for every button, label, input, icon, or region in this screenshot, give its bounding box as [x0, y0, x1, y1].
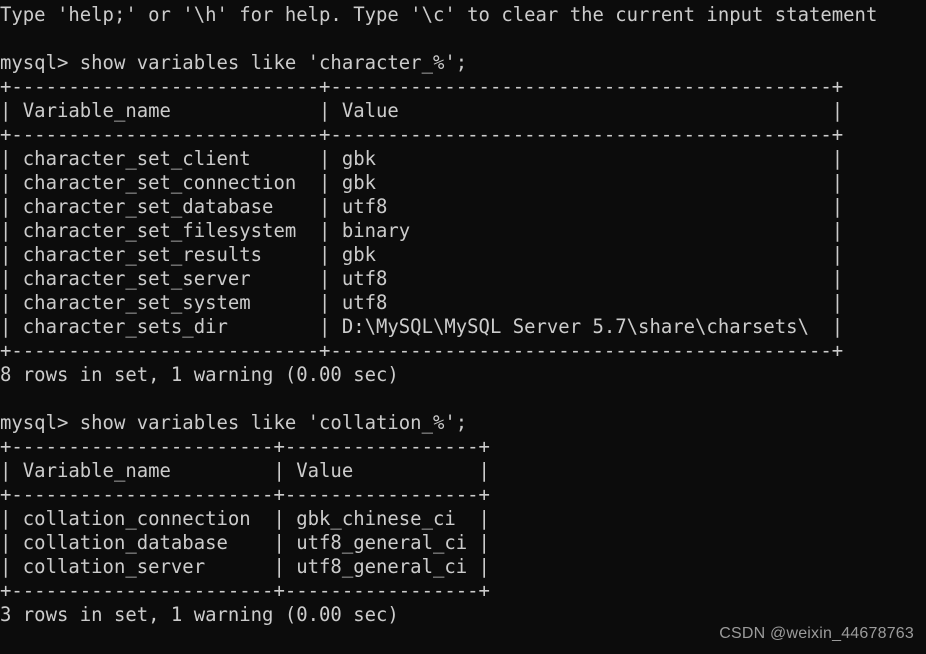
help-line: Type 'help;' or '\h' for help. Type '\c'…: [0, 3, 878, 26]
table-row: | collation_database | utf8_general_ci |: [0, 531, 490, 554]
table-row: | character_set_client | gbk |: [0, 147, 844, 170]
result-line: 8 rows in set, 1 warning (0.00 sec): [0, 363, 399, 386]
table-row: | character_sets_dir | D:\MySQL\MySQL Se…: [0, 315, 844, 338]
table-row: | collation_connection | gbk_chinese_ci …: [0, 507, 490, 530]
terminal-window[interactable]: Type 'help;' or '\h' for help. Type '\c'…: [0, 0, 926, 654]
table-rule: +-----------------------+---------------…: [0, 483, 490, 506]
table-header-row: | Variable_name | Value |: [0, 99, 844, 122]
table-row: | character_set_database | utf8 |: [0, 195, 844, 218]
table-row: | character_set_server | utf8 |: [0, 267, 844, 290]
command-line: mysql> show variables like 'collation_%'…: [0, 411, 468, 434]
table-rule: +---------------------------+-----------…: [0, 339, 844, 362]
table-rule: +-----------------------+---------------…: [0, 435, 490, 458]
table-header-row: | Variable_name | Value |: [0, 459, 490, 482]
table-rule: +-----------------------+---------------…: [0, 579, 490, 602]
table-row: | character_set_system | utf8 |: [0, 291, 844, 314]
watermark-label: CSDN @weixin_44678763: [719, 625, 914, 642]
table-row: | collation_server | utf8_general_ci |: [0, 555, 490, 578]
table-row: | character_set_filesystem | binary |: [0, 219, 844, 242]
terminal-output: Type 'help;' or '\h' for help. Type '\c'…: [0, 3, 904, 627]
table-row: | character_set_connection | gbk |: [0, 171, 844, 194]
table-rule: +---------------------------+-----------…: [0, 75, 844, 98]
table-rule: +---------------------------+-----------…: [0, 123, 844, 146]
table-row: | character_set_results | gbk |: [0, 243, 844, 266]
command-line: mysql> show variables like 'character_%'…: [0, 51, 468, 74]
